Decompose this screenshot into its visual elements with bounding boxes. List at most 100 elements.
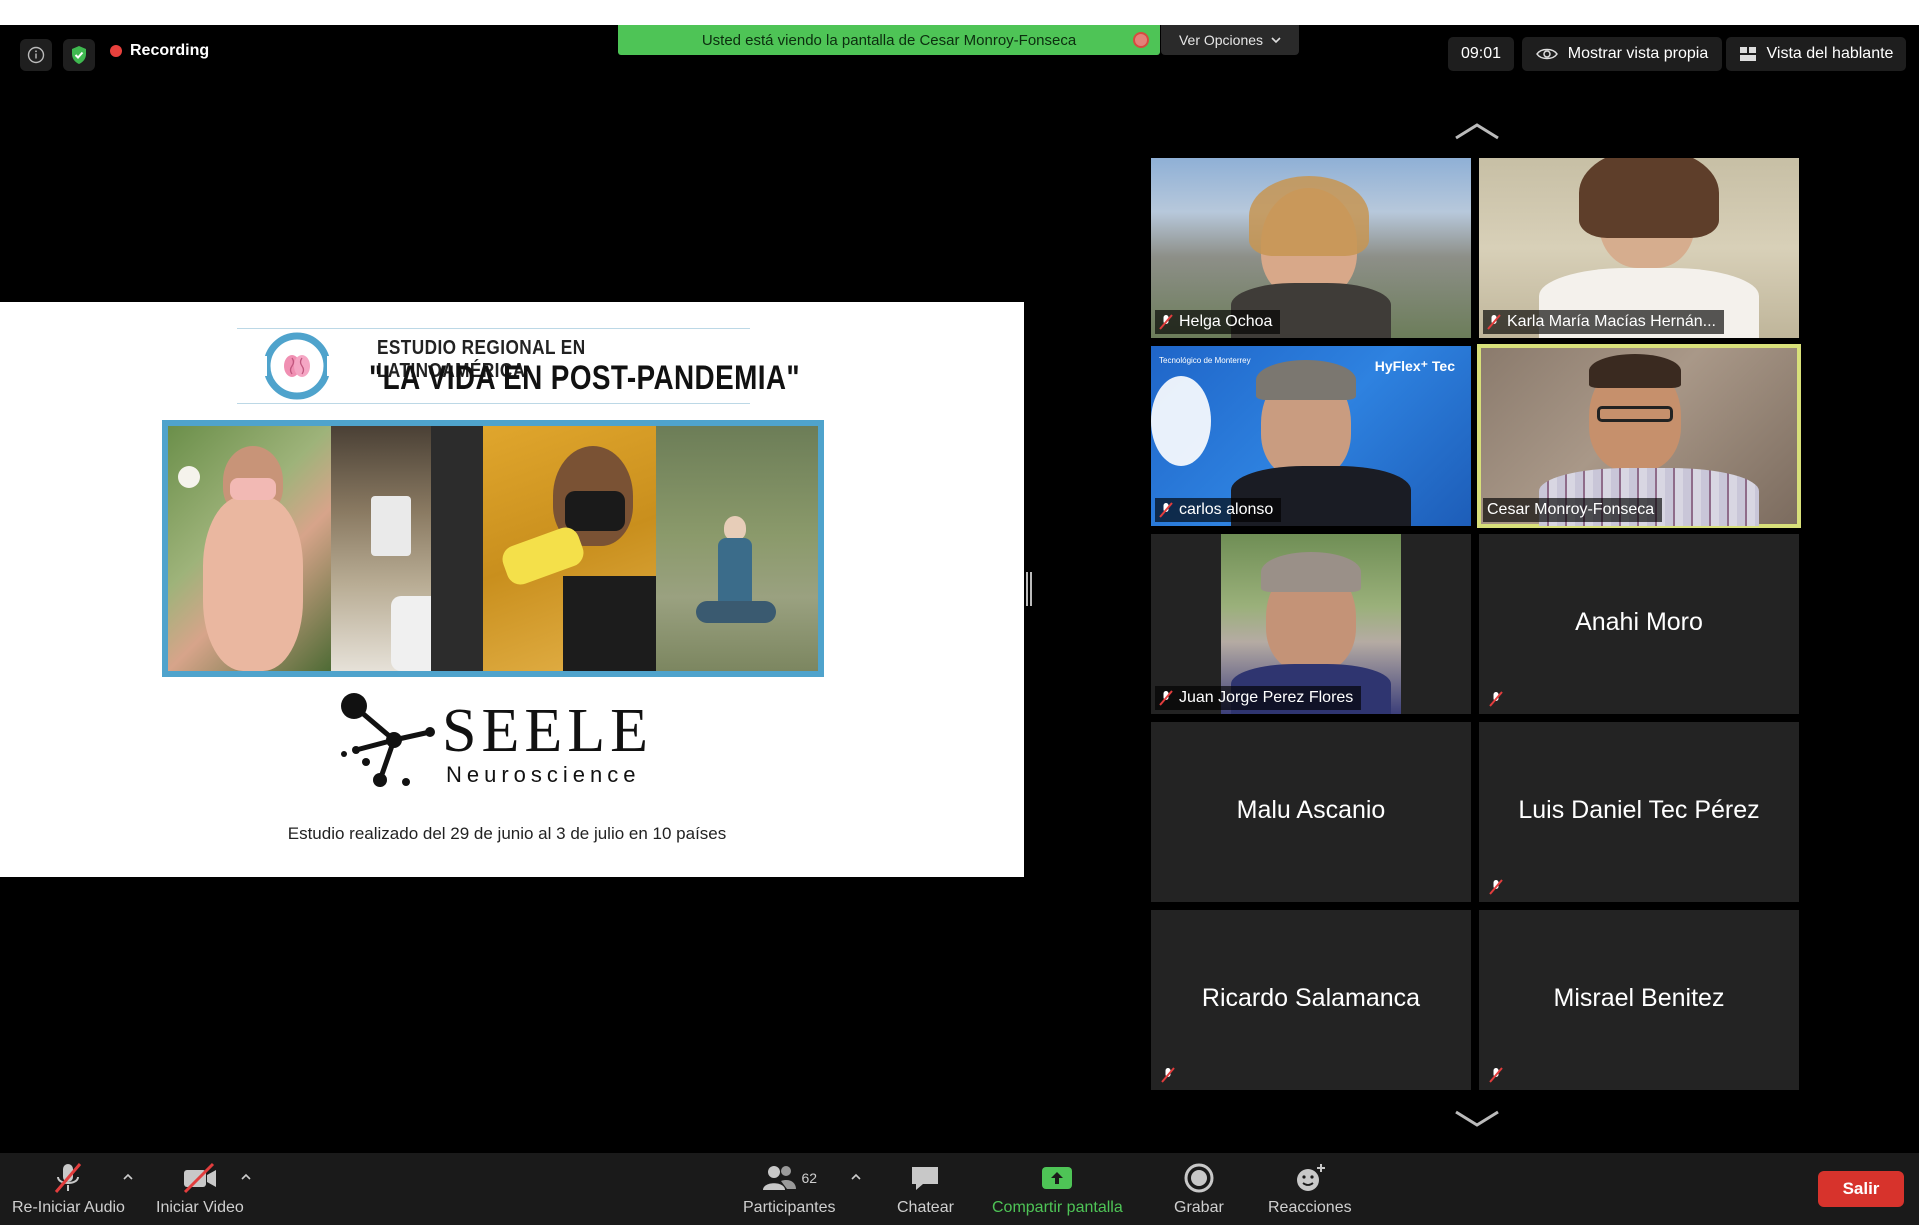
photo-traveler-mask [331, 426, 483, 671]
participant-tile-active-speaker[interactable]: Cesar Monroy-Fonseca [1477, 344, 1801, 528]
participants-icon [763, 1166, 797, 1190]
gallery-scroll-up-icon[interactable] [1452, 120, 1502, 142]
chat-button[interactable]: Chatear [897, 1161, 954, 1217]
security-button[interactable] [63, 39, 95, 71]
participant-name: Anahi Moro [1575, 608, 1703, 636]
muted-mic-icon [1489, 879, 1503, 895]
gallery-scroll-down-icon[interactable] [1452, 1108, 1502, 1130]
participant-name: Cesar Monroy-Fonseca [1487, 501, 1655, 518]
video-button[interactable]: Iniciar Video [156, 1161, 244, 1217]
share-screen-label: Compartir pantalla [992, 1199, 1123, 1216]
meeting-top-bar: Recording Usted está viendo la pantalla … [0, 25, 1919, 81]
participant-name-tag: carlos alonso [1155, 498, 1282, 522]
muted-mic-icon [1159, 502, 1173, 518]
audio-options-chevron-icon[interactable] [122, 1171, 134, 1183]
add-reaction-icon [1293, 1161, 1327, 1195]
participant-name: Karla María Macías Hernán... [1507, 313, 1716, 330]
participant-tile[interactable]: Karla María Macías Hernán... [1479, 158, 1799, 338]
share-screen-icon [1040, 1161, 1074, 1195]
share-banner-text: Usted está viendo la pantalla de Cesar M… [701, 31, 1077, 49]
grid-view-icon [1739, 47, 1756, 61]
share-screen-button[interactable]: Compartir pantalla [992, 1161, 1123, 1217]
chat-bubble-icon [909, 1161, 941, 1195]
photo-girl-with-mask [168, 426, 331, 671]
view-options-button[interactable]: Ver Opciones [1161, 25, 1299, 55]
meeting-timer: 09:01 [1448, 37, 1514, 71]
brain-logo-icon [251, 332, 347, 400]
stop-share-icon[interactable] [1133, 32, 1149, 48]
participant-name: Ricardo Salamanca [1201, 984, 1421, 1012]
shield-check-icon [72, 46, 86, 64]
participant-name: Juan Jorge Perez Flores [1179, 689, 1354, 706]
video-button-label: Iniciar Video [156, 1199, 244, 1216]
logo-subword: Neuroscience [446, 762, 641, 787]
record-button[interactable]: Grabar [1174, 1161, 1224, 1217]
muted-mic-icon [1161, 1067, 1175, 1083]
split-resize-handle[interactable] [1026, 572, 1032, 606]
participants-options-chevron-icon[interactable] [850, 1171, 862, 1183]
participant-tile[interactable]: Helga Ochoa [1151, 158, 1471, 338]
show-own-view-button[interactable]: Mostrar vista propia [1522, 37, 1722, 71]
timer-text: 09:01 [1460, 45, 1502, 62]
reactions-button[interactable]: Reacciones [1268, 1161, 1352, 1217]
participant-tile[interactable]: Juan Jorge Perez Flores [1151, 534, 1471, 714]
participant-tile[interactable]: Anahi Moro [1479, 534, 1799, 714]
recording-dot-icon [110, 45, 122, 57]
info-button[interactable] [20, 39, 52, 71]
leave-meeting-button[interactable]: Salir [1818, 1171, 1904, 1207]
photo-man-gloves-mask [483, 426, 656, 671]
info-icon [27, 46, 45, 64]
molecule-logo-icon [341, 693, 435, 787]
participant-name-tag: Karla María Macías Hernán... [1483, 310, 1724, 334]
eye-icon [1535, 48, 1558, 60]
muted-mic-icon [1159, 314, 1173, 330]
participants-group: 62 [761, 1161, 817, 1195]
slide-header: ESTUDIO REGIONAL EN LATINOAMÉRICA "LA VI… [237, 328, 800, 404]
participant-name: Helga Ochoa [1179, 313, 1273, 330]
muted-mic-icon [1489, 1067, 1503, 1083]
photo-woman-yoga [656, 426, 818, 671]
participant-name: Misrael Benitez [1553, 984, 1725, 1012]
chevron-down-icon [1271, 36, 1281, 43]
muted-indicator [1485, 688, 1507, 710]
seele-neuroscience-logo: SEELE Neuroscience [336, 692, 676, 802]
video-options-chevron-icon[interactable] [240, 1171, 252, 1183]
audio-button-label: Re-Iniciar Audio [12, 1199, 125, 1216]
muted-microphone-icon [51, 1161, 85, 1195]
participants-button[interactable]: 62 Participantes [743, 1161, 836, 1217]
window-top-strip [0, 0, 1919, 25]
chat-button-label: Chatear [897, 1199, 954, 1216]
screen-share-banner: Usted está viendo la pantalla de Cesar M… [618, 25, 1160, 55]
reactions-button-label: Reacciones [1268, 1199, 1352, 1216]
participant-name-tag: Juan Jorge Perez Flores [1155, 686, 1362, 710]
participant-tile[interactable]: Tecnológico de Monterrey HyFlex⁺ Tec car… [1151, 346, 1471, 526]
shared-screen-slide: ESTUDIO REGIONAL EN LATINOAMÉRICA "LA VI… [0, 302, 1024, 877]
participant-name-tag: Cesar Monroy-Fonseca [1483, 498, 1663, 522]
participant-name: Luis Daniel Tec Pérez [1518, 796, 1760, 824]
participant-name-tag: Helga Ochoa [1155, 310, 1281, 334]
meeting-controls-toolbar: Re-Iniciar Audio Iniciar Video 62 Partic… [0, 1153, 1919, 1225]
recording-indicator[interactable]: Recording [110, 42, 209, 60]
slide-photo-collage [162, 420, 824, 677]
participants-count: 62 [801, 1170, 818, 1186]
participant-tile[interactable]: Misrael Benitez [1479, 910, 1799, 1090]
speaker-view-label: Vista del hablante [1766, 45, 1894, 62]
own-view-label: Mostrar vista propia [1567, 45, 1709, 62]
muted-indicator [1157, 1064, 1179, 1086]
muted-mic-icon [1489, 691, 1503, 707]
hyflex-label: HyFlex⁺ Tec [1374, 358, 1455, 374]
audio-button[interactable]: Re-Iniciar Audio [12, 1161, 125, 1217]
muted-mic-icon [1487, 314, 1501, 330]
leave-button-label: Salir [1842, 1179, 1880, 1198]
participant-name: carlos alonso [1179, 501, 1274, 518]
record-icon [1183, 1161, 1215, 1195]
speaker-view-button[interactable]: Vista del hablante [1726, 37, 1906, 71]
muted-indicator [1485, 1064, 1507, 1086]
participants-button-label: Participantes [743, 1199, 836, 1216]
participant-tile[interactable]: Luis Daniel Tec Pérez [1479, 722, 1799, 902]
slide-title: "LA VIDA EN POST-PANDEMIA" [369, 359, 801, 397]
participant-tile[interactable]: Ricardo Salamanca [1151, 910, 1471, 1090]
recording-label: Recording [130, 42, 210, 59]
slide-caption: Estudio realizado del 29 de junio al 3 d… [287, 824, 727, 843]
participant-tile[interactable]: Malu Ascanio [1151, 722, 1471, 902]
